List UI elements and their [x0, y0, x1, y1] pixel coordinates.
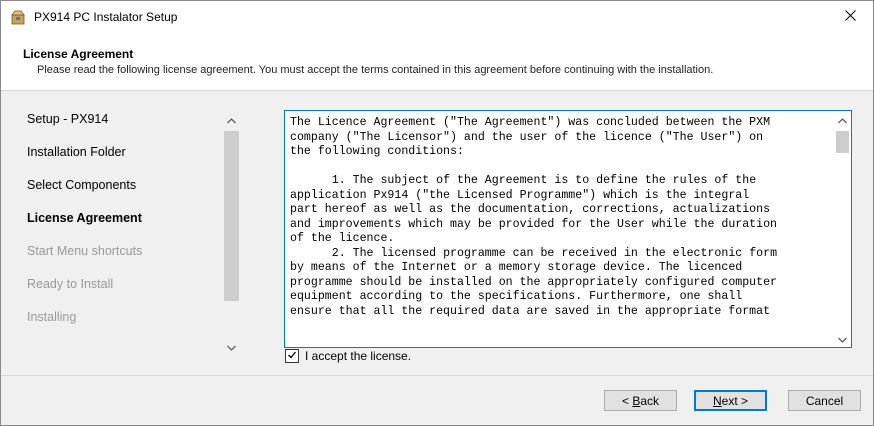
- scroll-up-button[interactable]: [834, 111, 851, 128]
- chevron-up-icon: [227, 113, 236, 127]
- license-scrollbar[interactable]: [834, 111, 851, 347]
- step-item: Installation Folder: [27, 145, 126, 159]
- next-button-label: Next >: [712, 393, 749, 408]
- scroll-down-button[interactable]: [223, 338, 240, 355]
- close-icon: [844, 9, 856, 24]
- chevron-down-icon: [838, 332, 847, 346]
- step-list: Setup - PX914 Installation Folder Select…: [27, 111, 227, 342]
- window-title: PX914 PC Instalator Setup: [34, 10, 178, 24]
- accept-license-checkbox[interactable]: I accept the license.: [285, 348, 411, 364]
- scroll-up-button[interactable]: [223, 111, 240, 128]
- checkmark-icon: [287, 349, 297, 363]
- scrollbar-thumb[interactable]: [224, 131, 239, 301]
- accept-license-label: I accept the license.: [305, 349, 412, 363]
- back-button-label: < Back: [621, 393, 660, 408]
- cancel-button[interactable]: Cancel: [788, 390, 861, 411]
- chevron-down-icon: [227, 340, 236, 354]
- footer-divider: [1, 375, 873, 376]
- close-button[interactable]: [827, 1, 873, 32]
- step-item: Setup - PX914: [27, 112, 109, 126]
- scrollbar-thumb[interactable]: [836, 131, 849, 153]
- installer-box-icon: [10, 9, 26, 25]
- page-header: License Agreement Please read the follow…: [1, 32, 873, 91]
- wizard-body: Setup - PX914 Installation Folder Select…: [1, 91, 873, 371]
- checkbox-box[interactable]: [285, 349, 299, 363]
- step-list-scrollbar[interactable]: [223, 111, 240, 355]
- step-item: Select Components: [27, 178, 137, 192]
- license-textbox[interactable]: The Licence Agreement ("The Agreement") …: [284, 110, 852, 348]
- step-item: Ready to Install: [27, 277, 114, 291]
- title-bar[interactable]: PX914 PC Instalator Setup: [1, 1, 873, 32]
- next-button[interactable]: Next >: [694, 390, 767, 411]
- setup-window: PX914 PC Instalator Setup License Agreem…: [0, 0, 874, 426]
- page-subtitle: Please read the following license agreem…: [37, 64, 714, 76]
- chevron-up-icon: [838, 113, 847, 127]
- license-text: The Licence Agreement ("The Agreement") …: [290, 116, 778, 318]
- back-button[interactable]: < Back: [604, 390, 677, 411]
- page-title: License Agreement: [23, 47, 134, 61]
- step-item: Installing: [27, 310, 77, 324]
- step-item: Start Menu shortcuts: [27, 244, 143, 258]
- step-item-current: License Agreement: [27, 211, 142, 225]
- scroll-down-button[interactable]: [834, 330, 851, 347]
